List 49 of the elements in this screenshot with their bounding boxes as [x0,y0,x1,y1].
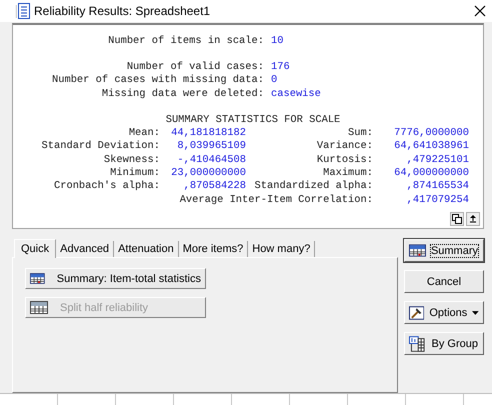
action-button[interactable]: Summary: Item-total statistics [25,268,206,290]
stat-value: -,410464508 [176,154,246,167]
stat-label: Average Inter-Item Correlation: [178,194,373,207]
result-label: Number of valid cases: [126,60,264,74]
stat-label: Sum: [347,127,373,140]
stat-label: Standardized alpha: [254,180,373,194]
stat-label: Maximum: [322,167,373,180]
grid-icon [409,336,427,352]
stats-heading: SUMMARY STATISTICS FOR SCALE [164,114,342,128]
result-value: 10 [271,34,284,48]
result-value: casewise [271,88,321,101]
expand-button[interactable] [466,212,480,226]
dialog-button[interactable]: Options [404,301,484,324]
table-icon [30,272,45,286]
arrow-up-icon [470,215,476,224]
hammer-icon [409,306,424,320]
result-value: 0 [271,74,278,88]
table-icon [30,301,48,314]
stat-label: Variance: [316,140,373,154]
stat-label: Mean: [128,127,160,140]
stat-label: Kurtosis: [316,154,373,167]
copy-icon [452,214,462,224]
stat-label: Skewness: [102,154,160,167]
stat-value: 7776,0000000 [393,127,469,140]
window-title: Reliability Results: Spreadsheet1 [34,4,212,18]
dialog-button[interactable]: Summary [404,239,484,262]
stat-label: Minimum: [109,167,160,180]
close-icon[interactable] [474,4,486,17]
copy-button[interactable] [450,212,464,226]
result-value: 176 [271,60,290,74]
stat-value: 64,641038961 [393,140,469,154]
dialog-button[interactable]: Cancel [404,270,484,294]
stat-value: ,874165534 [406,180,469,194]
document-icon [16,2,30,19]
tab[interactable]: Quick [14,239,56,258]
stat-value: 8,039965109 [176,140,246,154]
result-label: Number of cases with missing data: [50,74,264,88]
stat-label: Standard Deviation: [40,140,160,154]
stat-label: Cronbach's alpha: [52,180,160,194]
stat-value: 23,000000000 [170,167,246,180]
stat-value: 44,181818182 [170,127,246,140]
stat-value: ,870584228 [182,180,246,194]
stat-value: ,417079254 [406,194,469,207]
table-icon [409,244,426,258]
stat-value: 64,000000000 [393,167,469,180]
dialog-button[interactable]: By Group [404,332,484,356]
stat-value: ,479225101 [406,154,469,167]
result-label: Number of items in scale: [107,34,264,48]
result-label: Missing data were deleted: [100,88,264,101]
